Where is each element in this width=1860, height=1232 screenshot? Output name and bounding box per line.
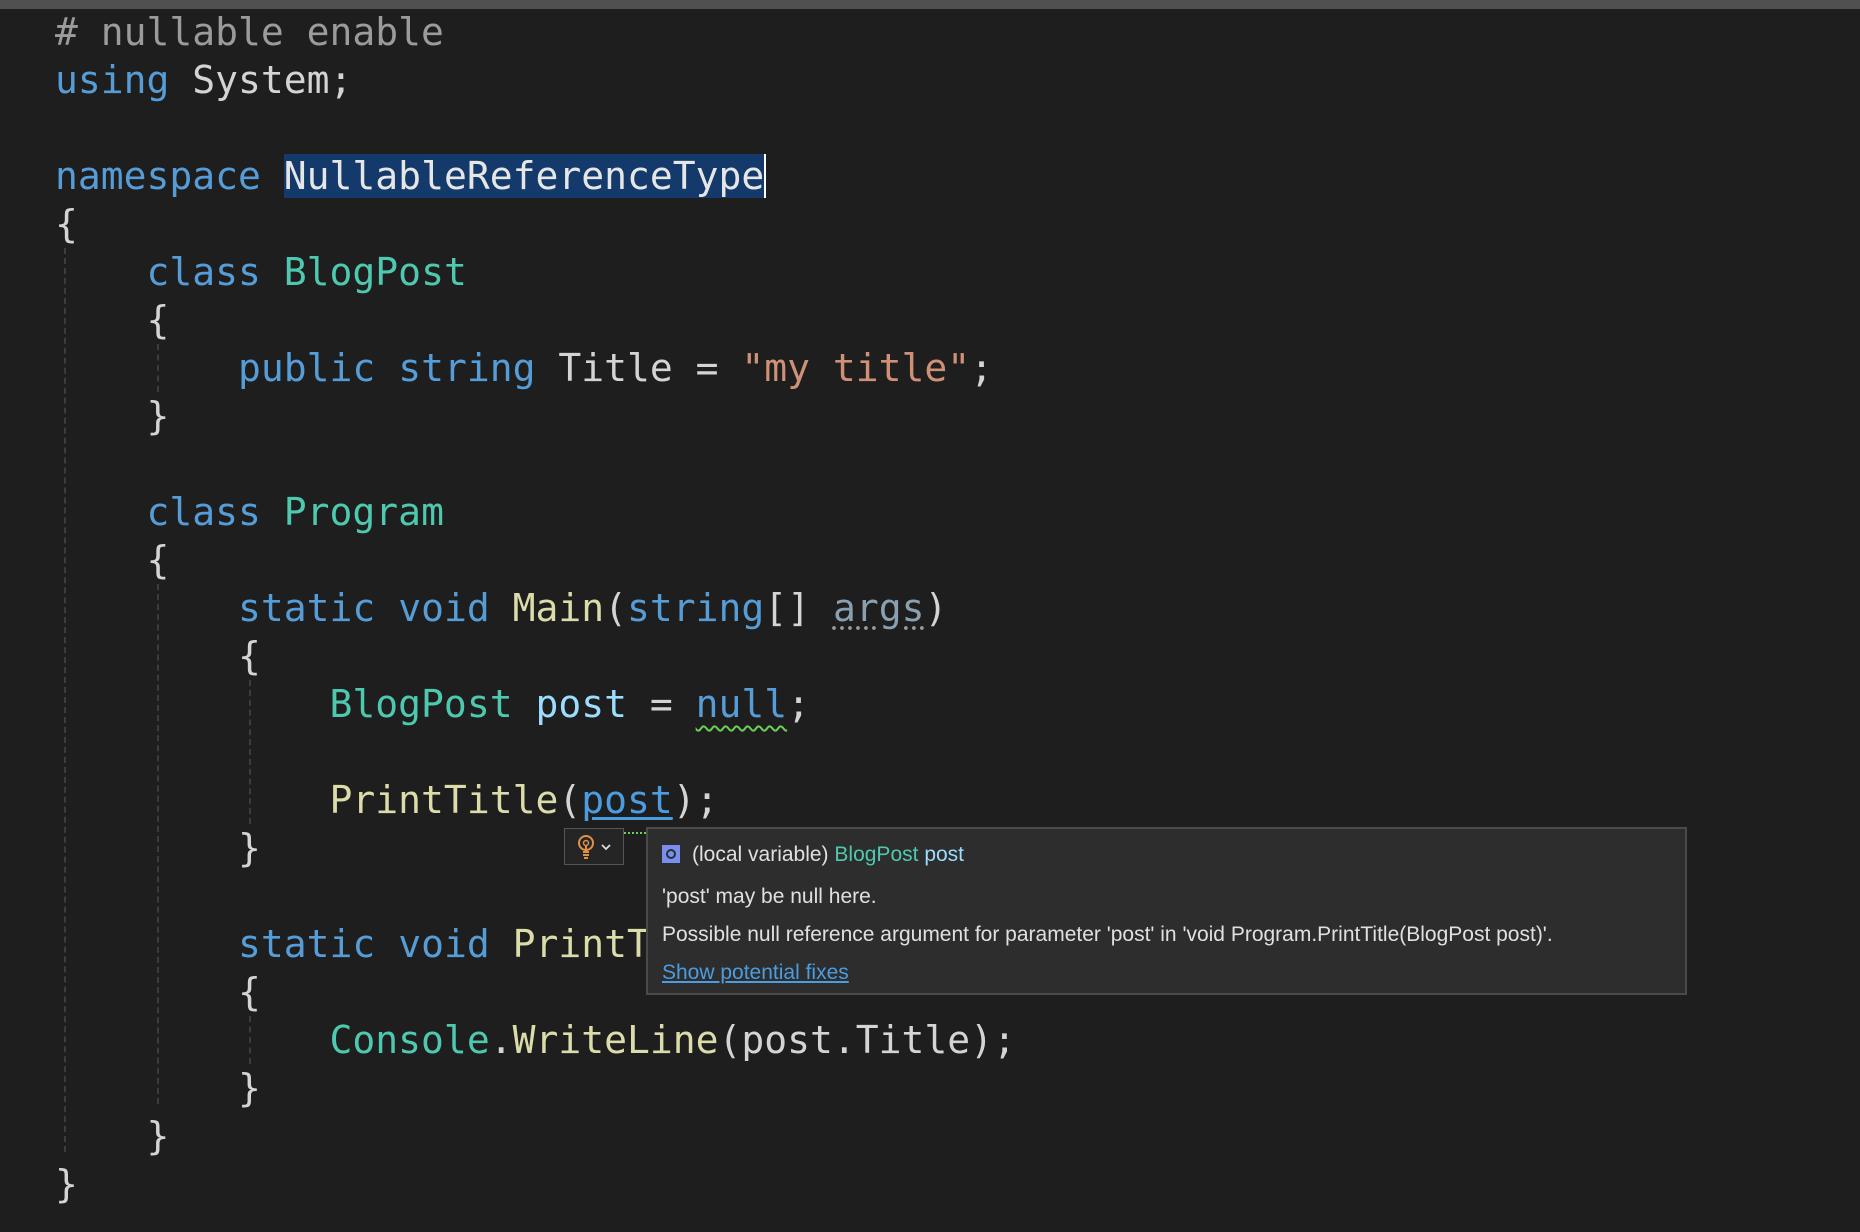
code-action-lightbulb-button[interactable]: [564, 828, 624, 865]
code-line[interactable]: Console.WriteLine(post.Title);: [55, 1016, 1016, 1064]
code-line[interactable]: }: [55, 1064, 1016, 1112]
code-token: (: [558, 778, 582, 822]
code-line[interactable]: static void Main(string[] args): [55, 584, 1016, 632]
code-token: {: [55, 634, 261, 678]
code-line[interactable]: }: [55, 392, 1016, 440]
code-token: );: [672, 778, 719, 822]
code-token: (post.Title);: [718, 1018, 1016, 1062]
code-token: void: [398, 586, 490, 630]
code-line[interactable]: {: [55, 632, 1016, 680]
code-token: public: [238, 346, 376, 390]
code-line[interactable]: [55, 728, 1016, 776]
code-token: string: [398, 346, 536, 390]
code-token: {: [55, 970, 261, 1014]
show-potential-fixes-link[interactable]: Show potential fixes: [662, 961, 849, 984]
code-token: using: [55, 58, 170, 102]
code-token: }: [55, 1066, 261, 1110]
symbol-type: BlogPost: [834, 843, 919, 866]
code-line[interactable]: class Program: [55, 488, 1016, 536]
code-token: }: [55, 826, 261, 870]
code-token: post: [581, 778, 673, 822]
lightbulb-icon: [578, 834, 594, 859]
symbol-kind: (local variable): [692, 843, 829, 866]
code-line[interactable]: BlogPost post = null;: [55, 680, 1016, 728]
code-token: .: [489, 1018, 513, 1062]
code-token: []: [764, 586, 833, 630]
code-token: static: [238, 922, 376, 966]
code-token: (: [604, 586, 628, 630]
code-token: {: [55, 202, 78, 246]
code-token: "my title": [741, 346, 971, 390]
code-line[interactable]: {: [55, 536, 1016, 584]
symbol-name: post: [924, 843, 965, 866]
code-token: }: [55, 1114, 170, 1158]
code-line[interactable]: namespace NullableReferenceType: [55, 152, 1016, 200]
code-token: Title =: [535, 346, 742, 390]
code-token: args: [832, 586, 925, 630]
code-editor[interactable]: # nullable enable using System; namespace…: [55, 8, 1016, 1208]
code-token: ;: [787, 682, 811, 726]
local-variable-icon: [662, 845, 680, 863]
code-line[interactable]: public string Title = "my title";: [55, 344, 1016, 392]
code-token: namespace: [55, 154, 261, 198]
code-token: PrintT: [512, 922, 650, 966]
code-line[interactable]: # nullable enable: [55, 8, 1016, 56]
selected-text: NullableReferenceType: [283, 154, 767, 198]
warning-detail: Possible null reference argument for par…: [662, 923, 1553, 946]
code-token: PrintTitle: [329, 778, 559, 822]
code-line[interactable]: }: [55, 1112, 1016, 1160]
code-line[interactable]: {: [55, 200, 1016, 248]
code-token: Main: [512, 586, 605, 630]
code-token: null: [695, 682, 788, 726]
code-token: string: [627, 586, 765, 630]
code-token: =: [626, 682, 696, 726]
code-token: Console: [329, 1018, 490, 1062]
tooltip-signature: (local variable) BlogPost post: [662, 843, 964, 867]
code-token: class: [146, 490, 261, 534]
code-line[interactable]: {: [55, 296, 1016, 344]
code-token: BlogPost: [329, 682, 513, 726]
code-token: ;: [970, 346, 994, 390]
hover-tooltip: (local variable) BlogPost post 'post' ma…: [646, 827, 1687, 995]
code-token: BlogPost: [283, 250, 467, 294]
code-line[interactable]: [55, 104, 1016, 152]
code-token: }: [55, 1162, 78, 1206]
code-token: {: [55, 298, 170, 342]
code-token: }: [55, 394, 170, 438]
code-token: void: [398, 922, 490, 966]
chevron-down-icon: [601, 843, 611, 850]
code-token: class: [146, 250, 261, 294]
code-line[interactable]: }: [55, 1160, 1016, 1208]
code-token: WriteLine: [512, 1018, 719, 1062]
code-token: {: [55, 538, 170, 582]
code-token: static: [238, 586, 376, 630]
code-token: # nullable enable: [55, 10, 444, 54]
code-token: post: [535, 682, 627, 726]
code-line[interactable]: using System;: [55, 56, 1016, 104]
code-token: System;: [169, 58, 353, 102]
code-line[interactable]: class BlogPost: [55, 248, 1016, 296]
code-line[interactable]: [55, 440, 1016, 488]
code-line[interactable]: PrintTitle(post);: [55, 776, 1016, 824]
code-token: ): [924, 586, 948, 630]
code-token: Program: [283, 490, 444, 534]
warning-message: 'post' may be null here.: [662, 885, 877, 908]
